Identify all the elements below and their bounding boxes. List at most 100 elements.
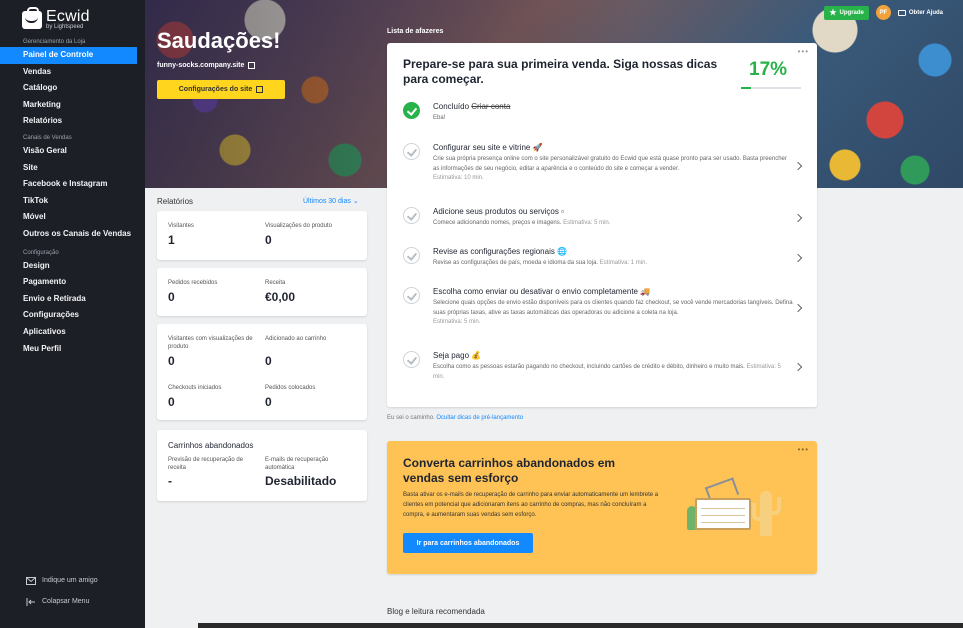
chevron-down-icon: ⌄ xyxy=(352,198,359,205)
metric-value: - xyxy=(168,474,172,488)
sidebar-item-site[interactable]: Site xyxy=(0,160,145,177)
task-desc: Revise as configurações de país, moeda e… xyxy=(433,259,793,269)
metric-forecast: Previsão de recuperação de receita - xyxy=(168,456,260,488)
section-config: Configuração xyxy=(23,249,59,256)
hide-tips-link[interactable]: Ocultar dicas de pré-lançamento xyxy=(436,415,523,421)
sidebar-item-apps[interactable]: Aplicativos xyxy=(0,324,145,341)
task-desc: Crie sua própria presença online com o s… xyxy=(433,155,793,184)
site-url-text: funny-socks.company.site xyxy=(157,62,245,69)
site-settings-button[interactable]: Configurações do site xyxy=(157,80,285,99)
top-right-bar: ★ Upgrade PF Obter Ajuda xyxy=(824,5,943,20)
metric-orders: Pedidos recebidos 0 xyxy=(168,279,217,304)
basket-body xyxy=(695,498,751,530)
card-funnel: Visitantes com visualizações de produto … xyxy=(157,324,367,420)
metric-recovery-emails: E-mails de recuperação automática Desabi… xyxy=(265,456,357,488)
brand-name: Ecwid xyxy=(46,7,90,25)
sidebar-item-marketing[interactable]: Marketing xyxy=(0,97,145,114)
check-circle-icon xyxy=(403,143,420,160)
metric-label: Visualizações do produto xyxy=(265,223,332,229)
sidebar-item-design[interactable]: Design xyxy=(0,258,145,275)
task-desc-text: Escolha como as pessoas estarão pagando … xyxy=(433,364,745,370)
task-title: Escolha como enviar ou desativar o envio… xyxy=(433,287,651,296)
metric-added-cart: Adicionado ao carrinho 0 xyxy=(265,335,326,368)
metric-product-views: Visualizações do produto 0 xyxy=(265,222,332,247)
task-desc: Eba! xyxy=(433,115,446,121)
more-options-icon[interactable]: ••• xyxy=(798,47,809,56)
card-orders: Pedidos recebidos 0 Receita €0,00 xyxy=(157,268,367,316)
task-title: Seja pago 💰 xyxy=(433,351,482,360)
task-desc: Selecione quais opções de envio estão di… xyxy=(433,299,793,328)
get-help-button[interactable]: Obter Ajuda xyxy=(897,9,943,16)
check-circle-icon xyxy=(403,247,420,264)
sidebar-item-dashboard[interactable]: Painel de Controle xyxy=(0,47,137,64)
bottom-strip xyxy=(198,623,963,628)
avatar[interactable]: PF xyxy=(875,5,891,20)
metric-visitors: Visitantes 1 xyxy=(168,222,194,247)
sidebar-item-overview[interactable]: Visão Geral xyxy=(0,143,145,160)
task-title: Configurar seu site e vitrine 🚀 xyxy=(433,143,543,152)
sidebar-item-facebook-instagram[interactable]: Facebook e Instagram xyxy=(0,176,145,193)
period-dropdown[interactable]: Últimos 30 dias ⌄ xyxy=(303,197,359,205)
metric-revenue: Receita €0,00 xyxy=(265,279,295,304)
task-title: Revise as configurações regionais 🌐 xyxy=(433,247,568,256)
sidebar-item-profile[interactable]: Meu Perfil xyxy=(0,341,145,358)
task-estimate: Estimativa: 5 min. xyxy=(563,220,611,226)
sidebar-item-sales[interactable]: Vendas xyxy=(0,64,145,81)
task-title: Concluído Criar conta xyxy=(433,102,510,111)
collapse-menu-link[interactable]: Colapsar Menu xyxy=(0,591,145,612)
metric-label: Visitantes com visualizações de produto xyxy=(168,336,253,350)
greeting-title: Saudações! xyxy=(157,28,281,53)
metric-label: Pedidos recebidos xyxy=(168,280,218,286)
metric-value: 1 xyxy=(168,233,175,247)
chevron-right-icon xyxy=(793,213,803,223)
check-circle-icon xyxy=(403,207,420,224)
invite-friend-label: Indique um amigo xyxy=(42,577,98,584)
sidebar-item-settings[interactable]: Configurações xyxy=(0,307,145,324)
task-desc: Escolha como as pessoas estarão pagando … xyxy=(433,363,793,382)
section-channels: Canais de Vendas xyxy=(23,134,72,141)
promo-title: Converta carrinhos abandonados em vendas… xyxy=(403,456,616,485)
progress-bar xyxy=(741,87,801,89)
cactus-illustration xyxy=(752,491,781,536)
sidebar-item-other-channels[interactable]: Outros os Canais de Vendas xyxy=(0,226,145,243)
metric-visitors-views: Visitantes com visualizações de produto … xyxy=(168,335,260,368)
task-desc-text: Comece adicionando nomes, preços e image… xyxy=(433,220,562,226)
more-options-icon[interactable]: ••• xyxy=(798,445,809,454)
ecwid-logo[interactable]: Ecwid by Lightspeed xyxy=(0,0,145,32)
progress-percent: 17% xyxy=(749,59,788,80)
sidebar-item-mobile[interactable]: Móvel xyxy=(0,209,145,226)
go-abandoned-carts-button[interactable]: Ir para carrinhos abandonados xyxy=(403,533,533,553)
external-link-icon xyxy=(256,86,264,93)
section-store: Gerenciamento da Loja xyxy=(23,39,86,45)
card-visitors: Visitantes 1 Visualizações do produto 0 xyxy=(157,211,367,260)
task-desc-text: Selecione quais opções de envio estão di… xyxy=(433,300,793,316)
task-estimate: Estimativa: 5 min. xyxy=(433,319,481,325)
metric-checkouts: Checkouts iniciados 0 xyxy=(168,384,221,409)
upgrade-button[interactable]: ★ Upgrade xyxy=(824,5,869,20)
metric-value: 0 xyxy=(265,233,272,247)
chevron-right-icon xyxy=(793,161,803,171)
metric-label: Adicionado ao carrinho xyxy=(265,336,327,342)
todo-heading: Prepare-se para sua primeira venda. Siga… xyxy=(403,57,718,86)
sidebar: Ecwid by Lightspeed Gerenciamento da Loj… xyxy=(0,0,145,628)
sidebar-item-reports[interactable]: Relatórios xyxy=(0,113,145,130)
chevron-right-icon xyxy=(793,253,803,263)
sidebar-item-shipping[interactable]: Envio e Retirada xyxy=(0,291,145,308)
metric-label: Pedidos colocados xyxy=(265,385,316,391)
task-title: Adicione seus produtos ou serviços ▫ xyxy=(433,207,564,216)
metric-label: Checkouts iniciados xyxy=(168,385,222,391)
site-url-link[interactable]: funny-socks.company.site xyxy=(157,62,256,69)
chevron-right-icon xyxy=(793,303,803,313)
task-desc: Comece adicionando nomes, preços e image… xyxy=(433,219,793,229)
metric-value: 0 xyxy=(168,290,175,304)
invite-friend-link[interactable]: Indique um amigo xyxy=(0,570,145,591)
sidebar-bottom: Indique um amigo Colapsar Menu xyxy=(0,570,145,612)
sidebar-item-payment[interactable]: Pagamento xyxy=(0,274,145,291)
sidebar-item-catalog[interactable]: Catálogo xyxy=(0,80,145,97)
reports-title: Relatórios xyxy=(157,197,194,206)
todo-section-title: Lista de afazeres xyxy=(387,28,444,35)
metric-value: Desabilitado xyxy=(265,474,337,488)
metric-value: 0 xyxy=(168,354,175,368)
sidebar-item-tiktok[interactable]: TikTok xyxy=(0,193,145,210)
metric-value: 0 xyxy=(265,354,272,368)
